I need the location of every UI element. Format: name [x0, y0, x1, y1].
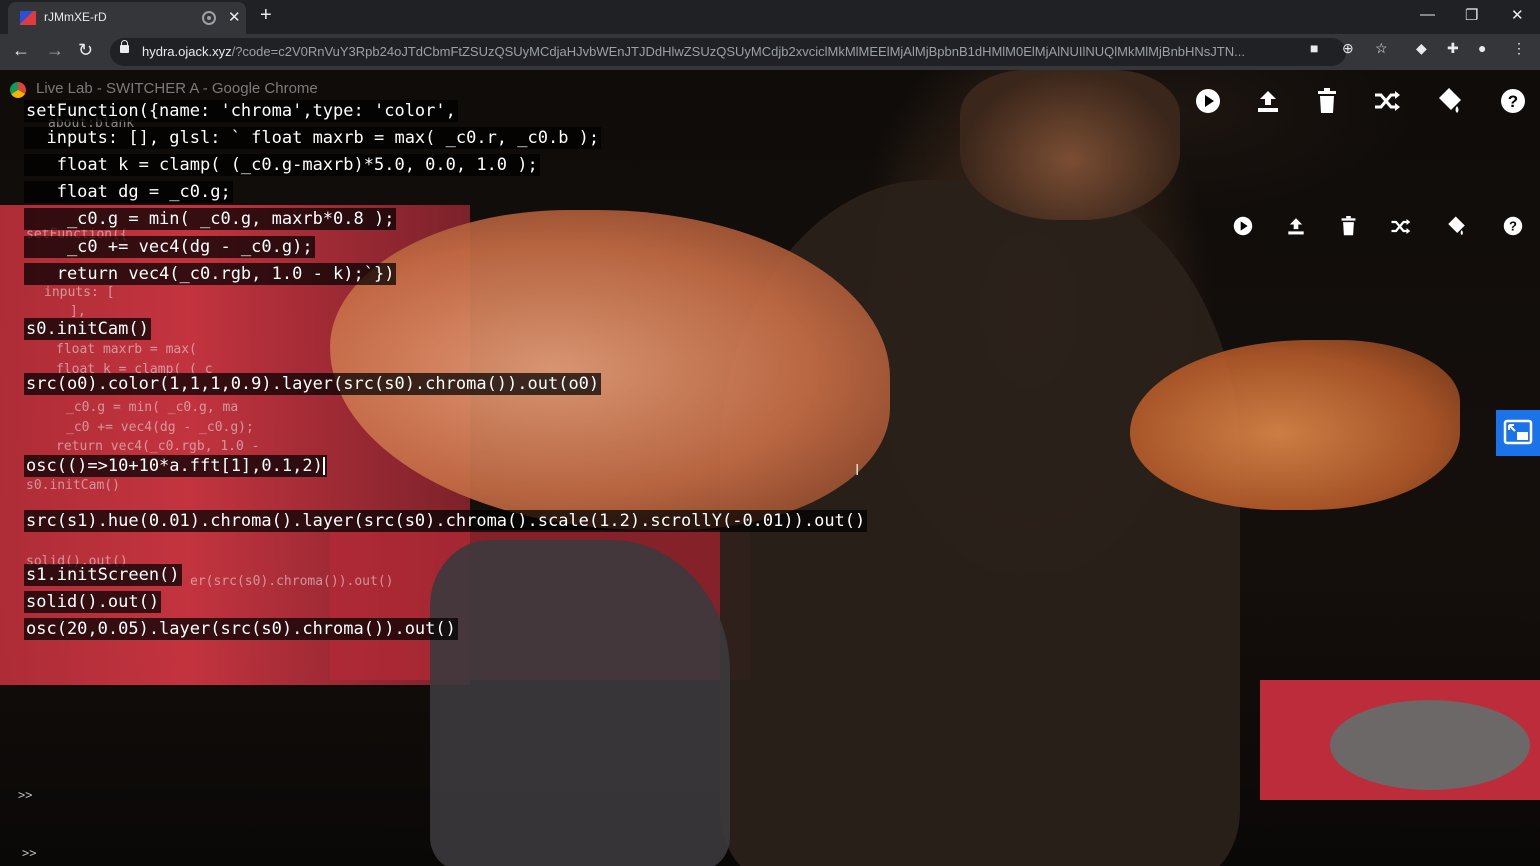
extensions-puzzle-icon[interactable]: ✚ — [1447, 40, 1459, 57]
paint-bucket-icon[interactable] — [1435, 86, 1465, 114]
ghost-text: float maxrb = max( — [56, 342, 197, 357]
code-line[interactable]: return vec4(_c0.rgb, 1.0 - k);`}) — [24, 263, 397, 285]
code-line[interactable]: setFunction({name: 'chroma',type: 'color… — [24, 100, 458, 122]
address-bar[interactable]: hydra.ojack.xyz/?code=c2V0RnVuY3Rpb24oJT… — [110, 38, 1346, 66]
tab-title: rJMmXE-rD — [44, 10, 107, 24]
shuffle-icon[interactable] — [1390, 218, 1411, 235]
code-line[interactable]: s1.initScreen() — [24, 564, 182, 586]
new-tab-button[interactable]: + — [260, 4, 272, 27]
ghost-text: _c0.g = min( _c0.g, ma — [66, 400, 239, 415]
ibeam-cursor-icon: I — [855, 462, 860, 479]
upload-icon[interactable] — [1286, 216, 1306, 236]
code-line[interactable]: osc(20,0.05).layer(src(s0).chroma()).out… — [24, 618, 458, 640]
svg-text:?: ? — [1509, 219, 1517, 234]
webcam-object — [1330, 700, 1530, 790]
camera-icon[interactable]: ■ — [1310, 40, 1318, 56]
browser-menu-icon[interactable]: ⋮ — [1512, 40, 1526, 57]
hydra-canvas[interactable]: Live Lab - SWITCHER A - Google Chrome ab… — [0, 70, 1540, 866]
browser-toolbar: ← → ↻ hydra.ojack.xyz/?code=c2V0RnVuY3Rp… — [0, 34, 1540, 70]
reload-button[interactable]: ↻ — [78, 40, 93, 61]
extension-badge-icon[interactable]: ◆ — [1416, 40, 1427, 57]
trash-icon[interactable] — [1316, 88, 1338, 114]
code-line[interactable]: s0.initCam() — [24, 318, 151, 340]
trash-icon[interactable] — [1340, 216, 1357, 236]
lock-icon — [120, 40, 129, 53]
code-line[interactable]: float k = clamp( (_c0.g-maxrb)*5.0, 0.0,… — [24, 154, 540, 176]
code-line-active[interactable]: osc(()=>10+10*a.fft[1],0.1,2) — [24, 455, 327, 477]
paint-bucket-icon[interactable] — [1445, 215, 1468, 236]
code-line[interactable]: src(s1).hue(0.01).chroma().layer(src(s0)… — [24, 510, 868, 532]
ghost-text: ], — [70, 304, 86, 319]
overlap-window-title: Live Lab - SWITCHER A - Google Chrome — [36, 80, 318, 97]
repl-prompt: >> — [22, 846, 37, 860]
help-icon[interactable]: ? — [1500, 88, 1526, 114]
code-line[interactable]: solid().out() — [24, 591, 162, 613]
ghost-text: s0.initCam() — [26, 478, 120, 493]
webcam-face — [960, 70, 1180, 220]
ghost-text: return vec4(_c0.rgb, 1.0 - — [56, 439, 260, 454]
ghost-text: inputs: [ — [44, 285, 115, 300]
maximize-button[interactable]: ❐ — [1465, 6, 1478, 24]
svg-text:?: ? — [1508, 92, 1518, 111]
minimize-button[interactable]: — — [1420, 6, 1435, 23]
code-line[interactable]: _c0.g = min( _c0.g, maxrb*0.8 ); — [24, 208, 397, 230]
bookmark-star-icon[interactable]: ☆ — [1375, 40, 1388, 57]
window-close-button[interactable]: ✕ — [1511, 6, 1524, 24]
code-line-text: osc(()=>10+10*a.fft[1],0.1,2) — [26, 456, 323, 476]
chrome-icon — [10, 82, 26, 98]
text-cursor — [322, 457, 325, 475]
shuffle-icon[interactable] — [1373, 90, 1401, 112]
help-icon[interactable]: ? — [1503, 216, 1523, 236]
code-line[interactable]: src(o0).color(1,1,1,0.9).layer(src(s0).c… — [24, 373, 602, 395]
play-icon[interactable] — [1195, 88, 1221, 114]
play-icon[interactable] — [1233, 216, 1253, 236]
code-line[interactable]: float dg = _c0.g; — [24, 181, 233, 203]
url-text: hydra.ojack.xyz/?code=c2V0RnVuY3Rpb24oJT… — [142, 44, 1292, 59]
url-path: /?code=c2V0RnVuY3Rpb24oJTdCbmFtZSUzQSUyM… — [231, 44, 1245, 59]
webcam-legs — [430, 540, 730, 866]
zoom-icon[interactable]: ⊕ — [1342, 40, 1354, 57]
code-line[interactable]: _c0 += vec4(dg - _c0.g); — [24, 236, 315, 258]
tab-active[interactable]: rJMmXE-rD ✕ — [8, 2, 246, 34]
code-line[interactable]: inputs: [], glsl: ` float maxrb = max( _… — [24, 127, 602, 149]
upload-icon[interactable] — [1255, 88, 1281, 114]
repl-prompt: >> — [18, 788, 33, 802]
recording-icon — [202, 11, 216, 25]
picture-in-picture-button[interactable] — [1496, 410, 1540, 456]
tab-close-button[interactable]: ✕ — [228, 8, 241, 26]
profile-avatar-icon[interactable]: ● — [1478, 40, 1486, 56]
ghost-text: er(src(s0).chroma()).out() — [190, 574, 394, 589]
forward-button[interactable]: → — [46, 40, 64, 61]
favicon-icon — [20, 11, 36, 25]
back-button[interactable]: ← — [12, 40, 30, 61]
url-host: hydra.ojack.xyz — [142, 44, 232, 59]
tab-strip: rJMmXE-rD ✕ + — ❐ ✕ — [0, 0, 1540, 34]
ghost-text: _c0 += vec4(dg - _c0.g); — [66, 420, 254, 435]
